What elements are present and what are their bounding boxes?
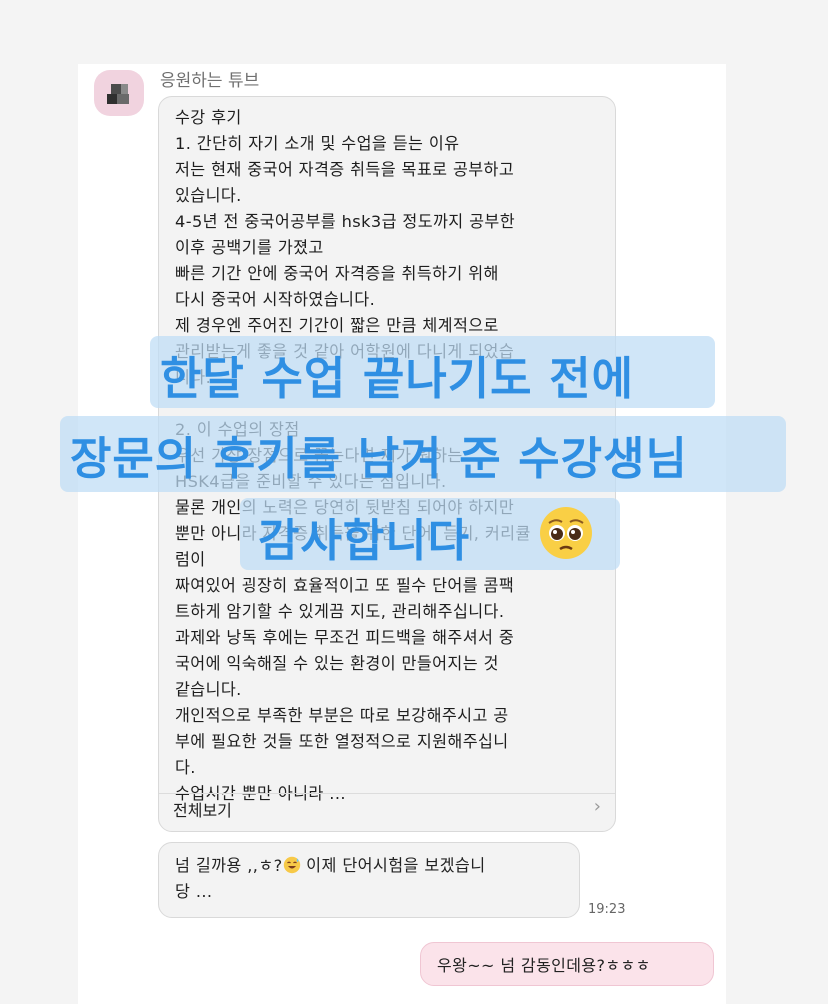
bubble-divider	[159, 793, 615, 794]
review-line: 이후 공백기를 가졌고	[175, 238, 324, 257]
review-line: 과제와 낭독 후에는 무조건 피드백을 해주셔서 중	[175, 628, 515, 647]
reply-text-part1: 넘 길까용 ,,ㅎ?	[175, 856, 283, 875]
review-line: 수업시간 뿐만 아니라 ...	[175, 784, 346, 803]
sent-message-bubble[interactable]: 우왕~~ 넘 감동인데용?ㅎㅎㅎ	[420, 942, 714, 986]
pleading-face-icon	[540, 507, 592, 559]
review-line: 저는 현재 중국어 자격증 취득을 목표로 공부하고	[175, 160, 515, 179]
reply-message-bubble[interactable]: 넘 길까용 ,,ㅎ? 이제 단어시험을 보겠습니 당 ...	[158, 842, 580, 918]
review-line: 1. 간단히 자기 소개 및 수업을 듣는 이유	[175, 134, 460, 153]
review-line: 국어에 익숙해질 수 있는 환경이 만들어지는 것	[175, 654, 499, 673]
message-timestamp: 19:23	[588, 902, 626, 917]
review-line: 트하게 암기할 수 있게끔 지도, 관리해주십니다.	[175, 602, 505, 621]
review-line: 있습니다.	[175, 186, 242, 205]
review-line: 부에 필요한 것들 또한 열정적으로 지원해주십니	[175, 732, 509, 751]
sender-avatar[interactable]	[94, 70, 144, 116]
review-line: 다.	[175, 758, 196, 777]
review-line: 같습니다.	[175, 680, 242, 699]
sweat-smile-icon	[283, 856, 300, 874]
sent-message-text: 우왕~~ 넘 감동인데용?ㅎㅎㅎ	[437, 956, 651, 975]
review-line: 4-5년 전 중국어공부를 hsk3급 정도까지 공부한	[175, 212, 516, 231]
review-line: 빠른 기간 안에 중국어 자격증을 취득하기 위해	[175, 264, 499, 283]
review-line: 수강 후기	[175, 108, 242, 127]
chevron-right-icon[interactable]: ›	[594, 796, 601, 817]
reply-text-line2: 당 ...	[175, 882, 213, 901]
sender-name: 응원하는 튜브	[160, 71, 260, 91]
review-line: 개인적으로 부족한 부분은 따로 보강해주시고 공	[175, 706, 509, 725]
reply-message-text: 넘 길까용 ,,ㅎ? 이제 단어시험을 보겠습니 당 ...	[175, 853, 570, 905]
view-all-button[interactable]: 전체보기	[173, 797, 232, 821]
caption-line-1: 한달 수업 끝나기도 전에	[160, 352, 635, 405]
caption-line-2: 장문의 후기를 남겨 준 수강생님	[70, 432, 688, 485]
caption-line-3: 감사합니다	[258, 514, 471, 567]
reply-text-part2: 이제 단어시험을 보겠습니	[300, 856, 486, 875]
review-line: 짜여있어 굉장히 효율적이고 또 필수 단어를 콤팩	[175, 576, 515, 595]
review-line: 다시 중국어 시작하였습니다.	[175, 290, 376, 309]
